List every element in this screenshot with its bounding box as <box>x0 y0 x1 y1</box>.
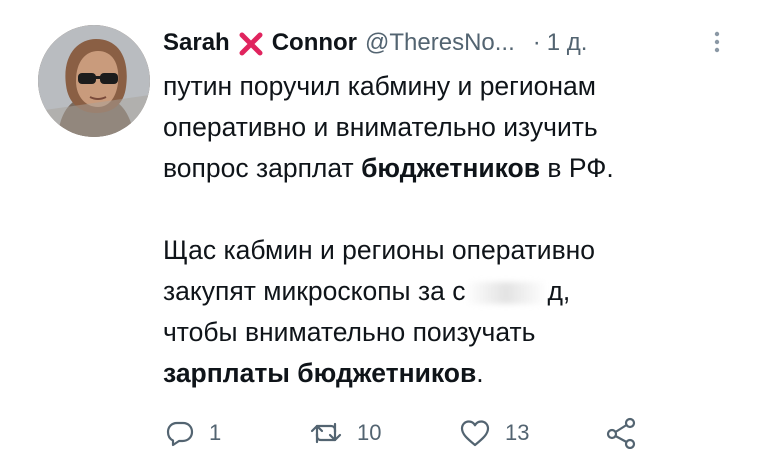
author-first-name[interactable]: Sarah <box>163 29 230 57</box>
text-line: вопрос зарплат бюджетников в РФ. <box>163 148 743 189</box>
retweet-button[interactable]: 10 <box>309 415 381 451</box>
text-line: закупят микроскопы за с д, <box>163 271 743 312</box>
text-segment: . <box>476 358 484 388</box>
tweet[interactable]: Sarah Connor @TheresNo... · 1 д. путин п… <box>0 0 760 476</box>
text-line: Щас кабмин и регионы оперативно <box>163 230 743 271</box>
like-button[interactable]: 13 <box>459 415 529 451</box>
retweet-count: 10 <box>357 420 382 445</box>
text-segment: оперативно и внимательно изучить <box>163 112 598 142</box>
text-segment: в РФ. <box>540 153 614 183</box>
reply-icon <box>166 421 194 447</box>
more-icon[interactable] <box>712 30 722 54</box>
text-segment-bold: бюджетников <box>361 153 541 183</box>
text-segment: д, <box>547 276 571 306</box>
text-segment-bold: зарплаты бюджетников <box>163 358 477 388</box>
text-segment: чтобы внимательно поизучать <box>163 317 536 347</box>
reply-button[interactable]: 1 <box>165 415 221 451</box>
text-segment: закупят микроскопы за с <box>163 276 466 306</box>
author-last-name[interactable]: Connor <box>272 29 357 57</box>
share-button[interactable] <box>605 415 651 451</box>
text-line: чтобы внимательно поизучать <box>163 312 743 353</box>
retweet-icon <box>310 422 342 444</box>
text-line: путин поручил кабмину и регионам <box>163 66 743 107</box>
tweet-text: путин поручил кабмину и регионам операти… <box>163 66 743 394</box>
like-count: 13 <box>505 420 530 445</box>
tweet-header: Sarah Connor @TheresNo... · 1 д. <box>163 26 587 60</box>
reply-count: 1 <box>209 420 222 445</box>
text-segment: путин поручил кабмину и регионам <box>163 71 596 101</box>
separator-dot: · <box>532 29 541 56</box>
like-icon <box>460 420 490 447</box>
text-line: зарплаты бюджетников. <box>163 353 743 394</box>
share-icon <box>606 417 636 449</box>
tweet-actions: 1 10 13 <box>165 415 725 451</box>
text-line: оперативно и внимательно изучить <box>163 107 743 148</box>
cross-mark-icon <box>238 31 264 57</box>
blurred-region <box>465 282 548 304</box>
avatar[interactable] <box>38 25 150 137</box>
text-segment: вопрос зарплат <box>163 153 362 183</box>
author-handle[interactable]: @TheresNo... <box>365 29 515 57</box>
text-segment: Щас кабмин и регионы оперативно <box>163 235 596 265</box>
tweet-time[interactable]: 1 д. <box>547 29 588 57</box>
